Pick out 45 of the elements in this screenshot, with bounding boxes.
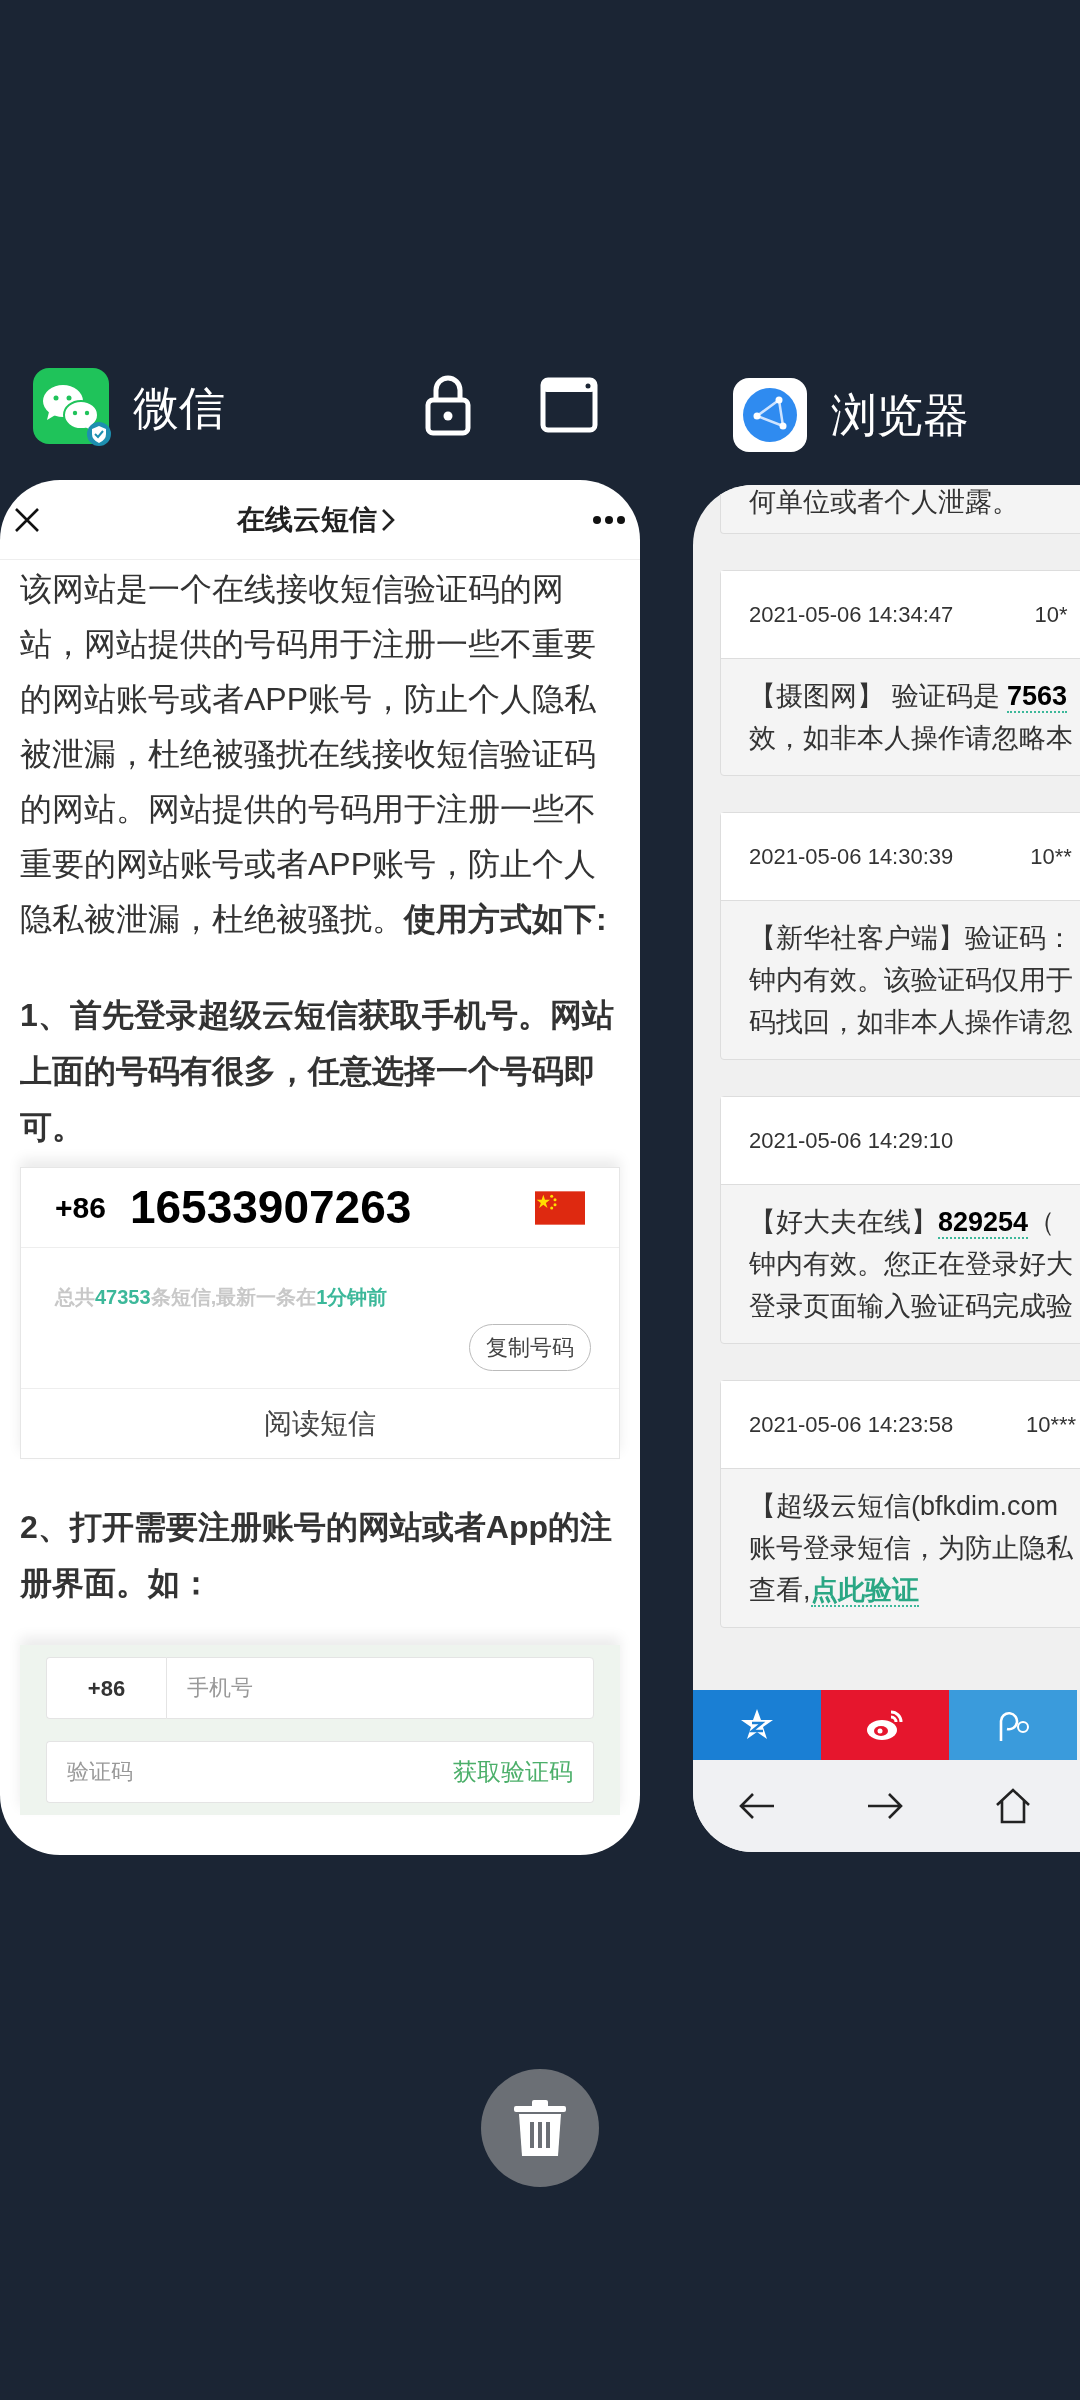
step-heading: 2、打开需要注册账号的网站或者App的注册界面。如： xyxy=(20,1508,613,1603)
read-messages-button[interactable]: 阅读短信 xyxy=(264,1402,376,1445)
phone-field[interactable]: 手机号 xyxy=(166,1657,594,1719)
forward-icon[interactable] xyxy=(866,1791,904,1821)
share-button[interactable] xyxy=(693,1690,821,1760)
app-name: 微信 xyxy=(133,380,225,436)
message-text: 登录页面输入验证码完成验 xyxy=(749,1290,1074,1323)
message-text: 【摄图网】 验证码是 7563 xyxy=(749,680,1069,715)
message-text: 何单位或者个人泄露。 xyxy=(749,486,1020,519)
message-text: 【好大夫在线】829254（ xyxy=(749,1206,1057,1241)
close-icon[interactable] xyxy=(14,506,40,533)
more-icon[interactable] xyxy=(592,514,626,525)
share-button[interactable] xyxy=(821,1690,949,1760)
window-icon[interactable] xyxy=(540,377,598,433)
lock-icon[interactable] xyxy=(425,374,471,436)
home-icon[interactable] xyxy=(994,1787,1032,1825)
message-text: 钟内有效。您正在登录好大 xyxy=(749,1248,1074,1281)
app-name: 浏览器 xyxy=(831,387,969,443)
sender-number: 10* xyxy=(1033,601,1069,629)
phone-number: 16533907263 xyxy=(129,1180,412,1235)
weibo-icon xyxy=(865,1708,905,1742)
message-text: 【新华社客户端】验证码： xyxy=(749,922,1074,955)
sender-number: 10** xyxy=(1029,843,1073,871)
message-text: 【超级云短信(bfkdim.com xyxy=(749,1490,1060,1523)
country-code: +86 xyxy=(55,1190,106,1226)
message-time: 2021-05-06 14:34:47 xyxy=(749,601,955,629)
chevron-right-icon[interactable] xyxy=(381,507,395,532)
message-text: 账号登录短信，为防止隐私 xyxy=(749,1532,1074,1565)
china-flag-icon xyxy=(535,1190,585,1225)
browser-app-icon[interactable] xyxy=(733,378,807,452)
article-paragraph: 该网站是一个在线接收短信验证码的网站，网站提供的号码用于注册一些不重要的网站账号或者APP账号，防止个人隐私被泄漏，杜绝被骚扰在线接收短信验证码的网站。网站提供的号码用于注册一些不重要的网站账号或者APP账号，防止个人隐私被泄漏，杜绝被骚扰。使用方式如下: xyxy=(20,570,608,939)
sender-number: 10*** xyxy=(1024,1411,1078,1439)
page-title[interactable]: 在线云短信 xyxy=(237,498,377,541)
message-time: 2021-05-06 14:23:58 xyxy=(749,1411,955,1439)
step-heading: 1、首先登录超级云短信获取手机号。网站上面的号码有很多，任意选择一个号码即可。 xyxy=(20,996,615,1147)
message-text: 查看,点此验证 xyxy=(749,1574,920,1609)
wechat-app-icon[interactable] xyxy=(33,368,113,448)
country-code: +86 xyxy=(46,1657,166,1719)
back-icon[interactable] xyxy=(738,1791,776,1821)
trash-icon xyxy=(512,2098,568,2158)
message-time: 2021-05-06 14:30:39 xyxy=(749,843,955,871)
message-time: 2021-05-06 14:29:10 xyxy=(749,1127,955,1155)
message-text: 钟内有效。该验证码仅用于 xyxy=(749,964,1074,997)
message-text: 效，如非本人操作请忽略本 xyxy=(749,722,1074,755)
message-text: 码找回，如非本人操作请忽 xyxy=(749,1006,1074,1039)
